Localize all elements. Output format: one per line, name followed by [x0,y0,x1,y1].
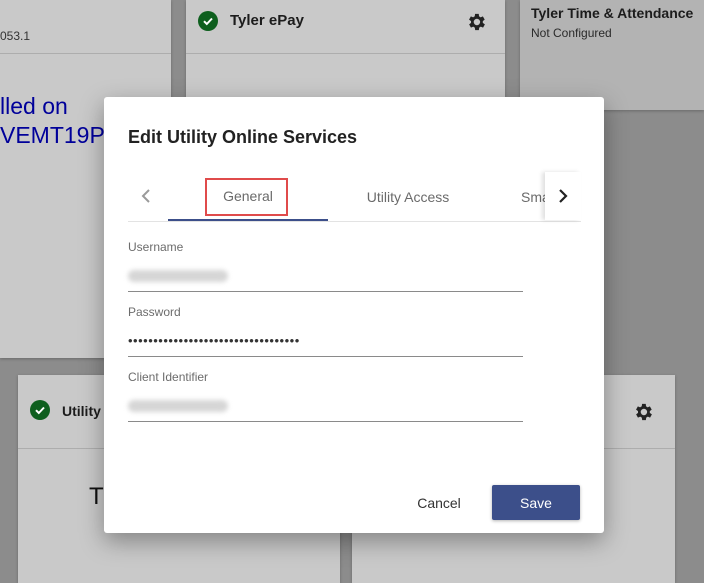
cancel-button[interactable]: Cancel [403,486,475,520]
card-title: Tyler ePay [230,12,304,29]
chevron-right-icon[interactable] [545,172,581,220]
check-circle-icon [30,400,50,420]
version-text: 053.1 [0,29,31,43]
card-text: T [89,483,104,510]
tyler-time-attendance-card[interactable]: Tyler Time & Attendance Not Configured [520,0,704,110]
password-input[interactable]: •••••••••••••••••••••••••••••••••• [128,325,523,357]
card-text-line: lled on [0,93,68,119]
card-title: Utility [62,403,101,419]
card-header: 053.1 [0,0,171,54]
client-identifier-field[interactable]: Client Identifier [128,370,523,422]
chevron-left-icon[interactable] [128,172,164,220]
save-button[interactable]: Save [492,485,580,520]
username-label: Username [128,240,184,254]
gear-icon[interactable] [632,401,654,423]
password-value: •••••••••••••••••••••••••••••••••• [128,333,300,348]
card-header: Tyler ePay [186,0,505,54]
card-status: Not Configured [531,26,612,40]
redacted-value [128,269,228,282]
highlight-annotation-box [205,178,288,216]
card-text: lled on VEMT19P0 [0,92,118,150]
username-field[interactable]: Username [128,240,523,292]
edit-utility-online-services-dialog: Edit Utility Online Services General Uti… [104,97,604,533]
client-identifier-input[interactable] [128,390,523,422]
card-text-line: VEMT19P0 [0,122,118,148]
redacted-value [128,399,228,412]
tab-utility-access[interactable]: Utility Access [328,172,488,221]
client-identifier-label: Client Identifier [128,370,209,384]
password-field[interactable]: Password •••••••••••••••••••••••••••••••… [128,305,523,357]
check-circle-icon [198,11,218,31]
dialog-title: Edit Utility Online Services [128,127,358,147]
password-label: Password [128,305,181,319]
tyler-epay-card[interactable]: Tyler ePay [186,0,505,110]
gear-icon[interactable] [465,11,487,33]
username-input[interactable] [128,260,523,292]
card-title: Tyler Time & Attendance [531,5,694,21]
tab-sma[interactable]: Sma [488,172,545,221]
tab-bar: General Utility Access Sma [128,172,581,222]
